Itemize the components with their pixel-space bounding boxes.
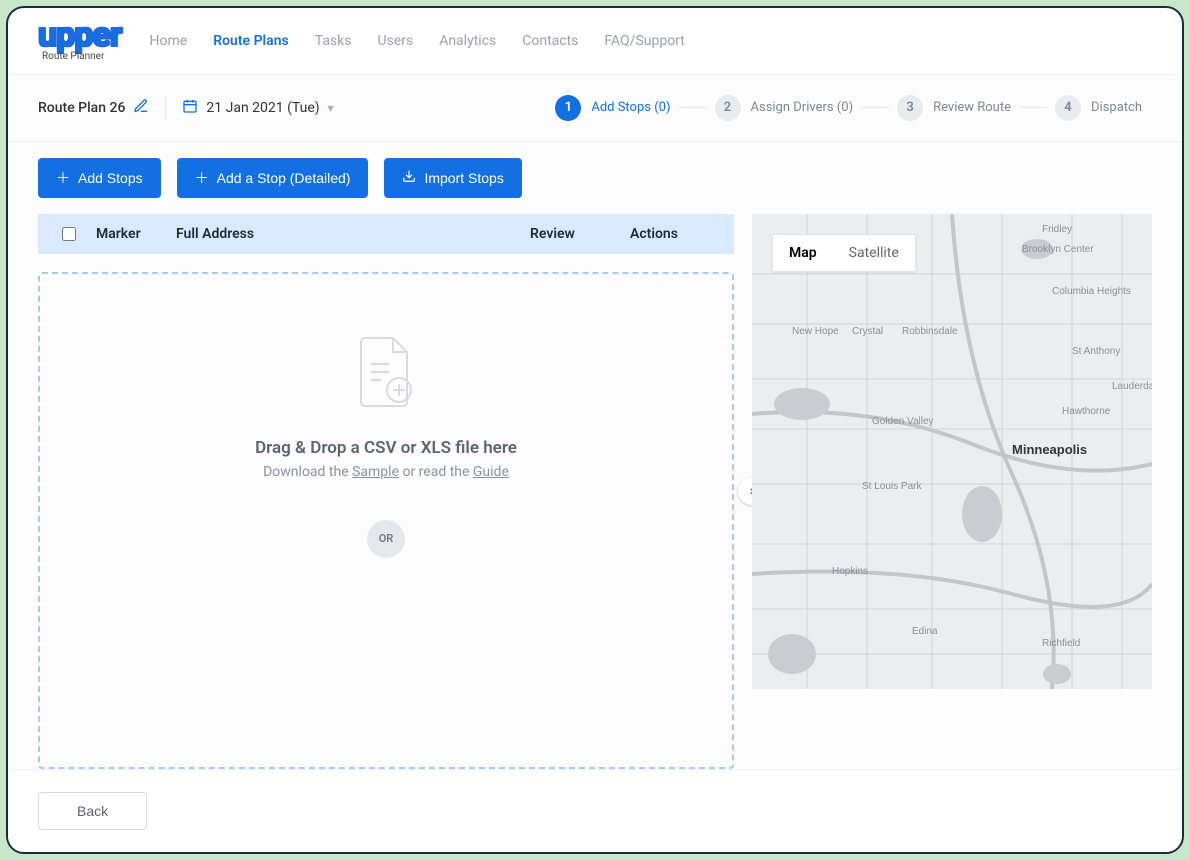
svg-text:Hopkins: Hopkins — [832, 566, 868, 577]
svg-text:Golden Valley: Golden Valley — [872, 416, 934, 427]
button-label: Add a Stop (Detailed) — [217, 170, 351, 186]
add-stop-detailed-button[interactable]: ＋ Add a Stop (Detailed) — [177, 158, 369, 198]
svg-text:Edina: Edina — [912, 626, 938, 637]
svg-text:Lauderdale: Lauderdale — [1112, 381, 1152, 392]
file-dropzone[interactable]: Drag & Drop a CSV or XLS file here Downl… — [38, 272, 734, 769]
select-all-checkbox[interactable] — [62, 227, 76, 241]
plan-name-text: Route Plan 26 — [38, 100, 125, 116]
step-review-route[interactable]: 3 Review Route — [897, 95, 1011, 121]
nav-contacts[interactable]: Contacts — [522, 33, 578, 49]
step-connector — [679, 107, 707, 108]
add-stops-button[interactable]: ＋ Add Stops — [38, 158, 161, 198]
stops-table-header: Marker Full Address Review Actions — [38, 214, 734, 254]
brand-tagline: Route Planner — [42, 51, 104, 62]
step-connector — [861, 107, 889, 108]
app-window: upper Route Planner Home Route Plans Tas… — [6, 6, 1184, 854]
dropzone-subtitle: Download the Sample or read the Guide — [263, 464, 509, 480]
primary-nav: Home Route Plans Tasks Users Analytics C… — [150, 33, 685, 49]
step-num: 4 — [1055, 95, 1081, 121]
or-divider: OR — [367, 520, 405, 558]
plus-icon: ＋ — [195, 168, 209, 188]
svg-text:Minneapolis: Minneapolis — [1012, 442, 1087, 457]
file-upload-icon — [351, 334, 421, 418]
svg-text:Crystal: Crystal — [852, 326, 883, 337]
svg-text:St Anthony: St Anthony — [1072, 346, 1120, 357]
col-review: Review — [530, 226, 610, 242]
import-icon — [402, 169, 416, 186]
nav-home[interactable]: Home — [150, 33, 188, 49]
step-num: 3 — [897, 95, 923, 121]
button-label: Add Stops — [78, 170, 143, 186]
calendar-icon — [182, 98, 198, 118]
date-picker[interactable]: 21 Jan 2021 (Tue) ▾ — [182, 98, 333, 118]
step-label: Review Route — [933, 100, 1011, 115]
svg-text:Fridley: Fridley — [1042, 224, 1072, 235]
step-dispatch[interactable]: 4 Dispatch — [1055, 95, 1142, 121]
stepper: 1 Add Stops (0) 2 Assign Drivers (0) 3 R… — [555, 95, 1142, 121]
dropzone-title: Drag & Drop a CSV or XLS file here — [255, 438, 517, 458]
button-label: Import Stops — [424, 170, 503, 186]
col-actions: Actions — [630, 226, 710, 242]
svg-text:Hawthorne: Hawthorne — [1062, 406, 1111, 417]
nav-users[interactable]: Users — [377, 33, 413, 49]
action-bar: ＋ Add Stops ＋ Add a Stop (Detailed) Impo… — [8, 142, 1182, 214]
nav-analytics[interactable]: Analytics — [439, 33, 496, 49]
map-type-map[interactable]: Map — [773, 235, 833, 271]
map-type-toggle: Map Satellite — [772, 234, 916, 272]
plan-name: Route Plan 26 — [38, 98, 149, 118]
brand-logo[interactable]: upper Route Planner — [38, 20, 122, 62]
svg-text:New Hope: New Hope — [792, 326, 839, 337]
step-num: 2 — [715, 95, 741, 121]
map-panel: › — [752, 214, 1152, 769]
map-canvas: Fridley Brooklyn Center Columbia Heights… — [752, 214, 1152, 689]
nav-route-plans[interactable]: Route Plans — [213, 33, 289, 49]
step-add-stops[interactable]: 1 Add Stops (0) — [555, 95, 670, 121]
col-address: Full Address — [176, 226, 510, 242]
plan-date: 21 Jan 2021 (Tue) — [206, 100, 319, 116]
dz-prefix: Download the — [263, 464, 352, 480]
dz-middle: or read the — [399, 464, 473, 480]
svg-text:St Louis Park: St Louis Park — [862, 481, 922, 492]
svg-text:Robbinsdale: Robbinsdale — [902, 326, 958, 337]
main-content: Marker Full Address Review Actions Drag … — [8, 214, 1182, 769]
nav-faq[interactable]: FAQ/Support — [604, 33, 684, 49]
footer: Back — [8, 769, 1182, 852]
chevron-down-icon: ▾ — [328, 101, 334, 115]
step-connector — [1019, 107, 1047, 108]
divider — [165, 96, 166, 120]
brand-name: upper — [38, 20, 122, 51]
svg-text:Brooklyn Center: Brooklyn Center — [1022, 244, 1094, 255]
stops-panel: Marker Full Address Review Actions Drag … — [38, 214, 734, 769]
edit-plan-icon[interactable] — [133, 98, 149, 118]
guide-link[interactable]: Guide — [473, 464, 509, 480]
plan-subheader: Route Plan 26 21 Jan 2021 (Tue) ▾ 1 Add … — [8, 75, 1182, 142]
sample-link[interactable]: Sample — [352, 464, 399, 480]
step-num: 1 — [555, 95, 581, 121]
svg-text:Richfield: Richfield — [1042, 638, 1080, 649]
nav-tasks[interactable]: Tasks — [315, 33, 352, 49]
col-marker: Marker — [96, 226, 156, 242]
step-label: Dispatch — [1091, 100, 1142, 115]
step-label: Assign Drivers (0) — [751, 100, 854, 115]
step-assign-drivers[interactable]: 2 Assign Drivers (0) — [715, 95, 854, 121]
map-type-satellite[interactable]: Satellite — [833, 235, 915, 271]
topbar: upper Route Planner Home Route Plans Tas… — [8, 8, 1182, 75]
import-stops-button[interactable]: Import Stops — [384, 158, 521, 198]
step-label: Add Stops (0) — [591, 100, 670, 115]
map[interactable]: Fridley Brooklyn Center Columbia Heights… — [752, 214, 1152, 689]
svg-text:Columbia Heights: Columbia Heights — [1052, 286, 1131, 297]
back-button[interactable]: Back — [38, 792, 147, 830]
plus-icon: ＋ — [56, 168, 70, 188]
